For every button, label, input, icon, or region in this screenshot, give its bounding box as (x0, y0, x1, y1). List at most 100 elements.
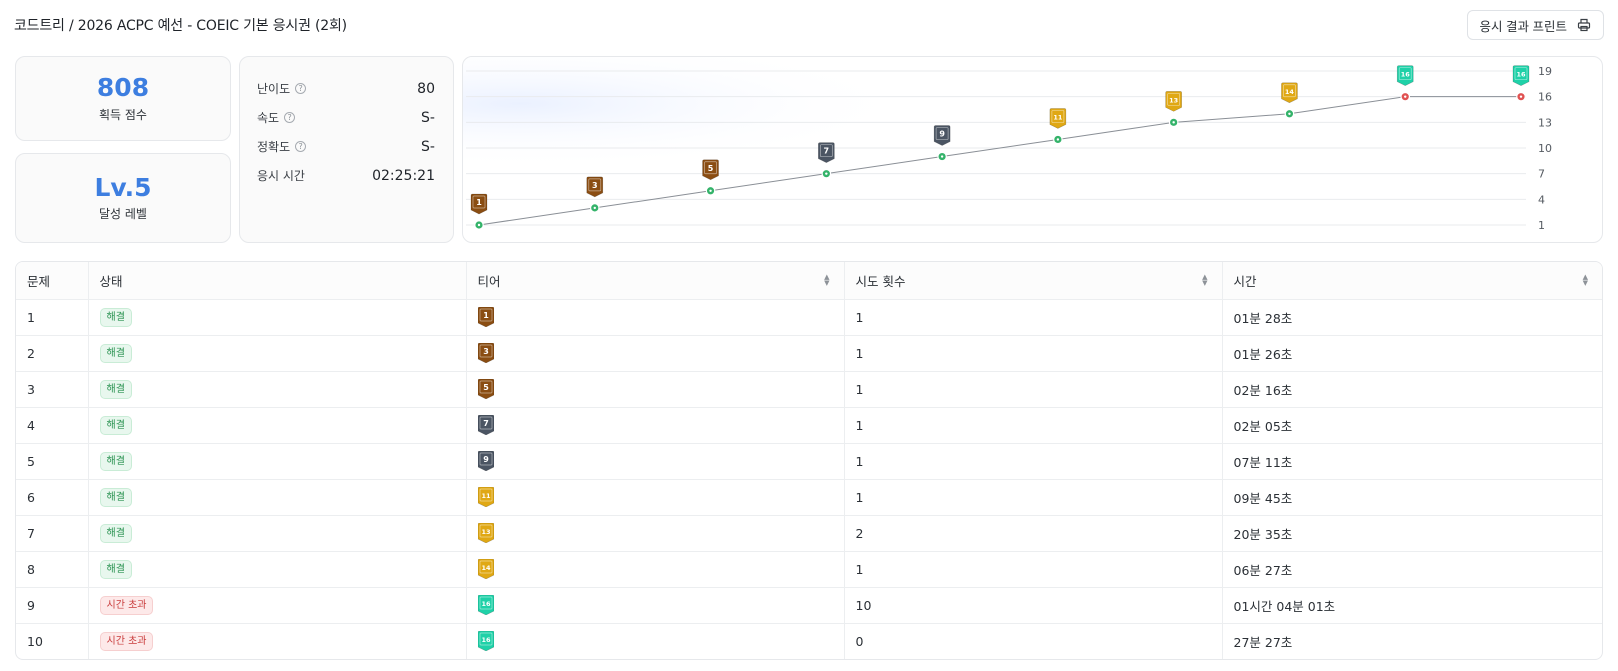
cell-problem-number: 9 (16, 587, 88, 624)
tier-badge: 11 (1049, 108, 1067, 129)
data-point-center (593, 206, 596, 210)
cell-tier: 13 (465, 515, 844, 552)
table-row[interactable]: 7 해결 13 2 20분 35초 (16, 515, 1602, 552)
y-tick-label: 16 (1538, 91, 1552, 104)
tier-badge: 7 (818, 142, 835, 164)
cell-attempts: 1 (843, 299, 1222, 336)
table-row[interactable]: 6 해결 11 1 09분 45초 (16, 479, 1602, 516)
table-row[interactable]: 4 해결 7 1 02분 05초 (16, 407, 1602, 444)
status-badge: 해결 (99, 343, 132, 363)
cell-status: 시간 초과 (87, 587, 466, 624)
tier-badge-icon: 16 (477, 631, 494, 652)
tier-badge-label: 5 (708, 164, 714, 173)
y-tick-label: 7 (1538, 168, 1545, 181)
cell-problem-number: 1 (16, 299, 88, 336)
tier-badge: 11 (477, 487, 494, 507)
cell-time: 27분 27초 (1221, 623, 1602, 659)
cell-time: 06분 27초 (1221, 551, 1602, 588)
data-point-center (1288, 112, 1291, 115)
print-result-button[interactable]: 응시 결과 프린트 (1466, 10, 1604, 40)
problem-table: 문제 상태 티어 ▲ ▼ 시도 횟수 ▲ ▼ 시간 ▲ ▼ 1 해결 1 1 01분 28초 2 해결 3… (15, 261, 1603, 660)
chart-svg: 191613107411357911131416 16 (463, 57, 1602, 242)
tier-badge-label: 7 (824, 147, 830, 156)
status-badge: 해결 (99, 487, 132, 507)
stat-row-speed: 속도 ? S- (257, 103, 435, 132)
column-header-time[interactable]: 시간 ▲ ▼ (1221, 262, 1602, 300)
table-row[interactable]: 8 해결 14 1 06분 27초 (16, 551, 1602, 588)
tier-badge: 5 (702, 159, 719, 181)
cell-status: 해결 (87, 515, 466, 552)
tier-badge-label: 11 (481, 492, 491, 500)
y-tick-label: 10 (1538, 142, 1552, 155)
stat-value-duration: 02:25:21 (372, 167, 435, 184)
sort-icon[interactable]: ▲ ▼ (1583, 274, 1588, 287)
tier-badge-label: 16 (481, 600, 491, 608)
stat-label-accuracy: 정확도 (257, 140, 291, 154)
table-row[interactable]: 10 시간 초과 16 0 27분 27초 (16, 623, 1602, 659)
cell-attempts: 1 (843, 551, 1222, 588)
tier-badge: 14 (477, 559, 494, 579)
cell-time: 20분 35초 (1221, 515, 1602, 552)
cell-time: 02분 16초 (1221, 371, 1602, 408)
tier-badge: 1 (477, 307, 494, 327)
stat-value-accuracy: S- (421, 138, 435, 155)
data-point-center (1172, 121, 1175, 124)
tier-badge: 9 (477, 451, 494, 471)
cell-tier: 11 (465, 479, 844, 516)
cell-attempts: 1 (843, 371, 1222, 408)
tier-progress-chart: 19 16 13 10 7 4 1 1 3 5 7 9 11 13 14 16 16 (462, 56, 1603, 243)
status-badge: 해결 (99, 415, 132, 435)
cell-problem-number: 7 (16, 515, 88, 552)
cell-tier: 16 (465, 587, 844, 624)
cell-problem-number: 4 (16, 407, 88, 444)
tier-badge: 14 (1281, 82, 1298, 104)
page-header: 코드트리 / 2026 ACPC 예선 - COEIC 기본 응시권 (2회) … (14, 10, 1604, 40)
sort-icon[interactable]: ▲ ▼ (824, 274, 829, 287)
tier-badge-label: 16 (1401, 71, 1411, 79)
data-point-center (477, 223, 481, 227)
cell-tier: 3 (465, 335, 844, 372)
cell-attempts: 1 (843, 443, 1222, 480)
score-card: 808 획득 점수 (15, 56, 231, 141)
tier-badge-label: 16 (1516, 71, 1526, 79)
tier-badge-label: 13 (1169, 96, 1178, 104)
cell-attempts: 1 (843, 335, 1222, 372)
tier-badge-label: 14 (481, 564, 491, 572)
table-row[interactable]: 5 해결 9 1 07분 11초 (16, 443, 1602, 480)
cell-tier: 7 (465, 407, 844, 444)
cell-status: 해결 (87, 443, 466, 480)
column-header-problem: 문제 (16, 262, 88, 300)
tier-badge-icon: 1 (477, 307, 494, 327)
cell-attempts: 0 (843, 623, 1222, 659)
cell-problem-number: 10 (27, 633, 43, 649)
tier-badge-label: 16 (481, 636, 491, 644)
tier-badge-icon: 9 (477, 451, 494, 471)
tier-badge: 13 (1165, 91, 1182, 112)
table-row[interactable]: 2 해결 3 1 01분 26초 (16, 335, 1602, 372)
score-value: 808 (96, 73, 150, 103)
cell-status: 해결 (87, 551, 466, 588)
table-row[interactable]: 3 해결 5 1 02분 16초 (16, 371, 1602, 408)
tier-badge-label: 11 (1053, 113, 1063, 121)
status-badge: 해결 (99, 307, 132, 327)
tier-badge-label: 1 (476, 198, 482, 207)
help-icon[interactable]: ? (295, 141, 307, 152)
table-row[interactable]: 9 시간 초과 16 10 01시간 04분 01초 (16, 587, 1602, 624)
tier-badge: 3 (477, 343, 494, 363)
table-row[interactable]: 1 해결 1 1 01분 28초 (16, 299, 1602, 336)
level-value: Lv.5 (94, 172, 152, 202)
cell-problem-number: 5 (16, 443, 88, 480)
data-point-center (940, 155, 944, 158)
cell-tier: 9 (465, 443, 844, 480)
help-icon[interactable]: ? (284, 112, 296, 123)
sort-icon[interactable]: ▲ ▼ (1202, 274, 1207, 287)
cell-status: 해결 (87, 335, 466, 372)
column-header-tier[interactable]: 티어 ▲ ▼ (465, 262, 844, 300)
cell-status: 해결 (87, 407, 466, 444)
data-point-center (1056, 138, 1060, 141)
data-point-center (1404, 95, 1407, 98)
column-header-attempts[interactable]: 시도 횟수 ▲ ▼ (843, 262, 1222, 300)
tier-badge: 3 (586, 176, 604, 198)
help-icon[interactable]: ? (295, 83, 307, 94)
cell-attempts: 2 (843, 515, 1222, 552)
